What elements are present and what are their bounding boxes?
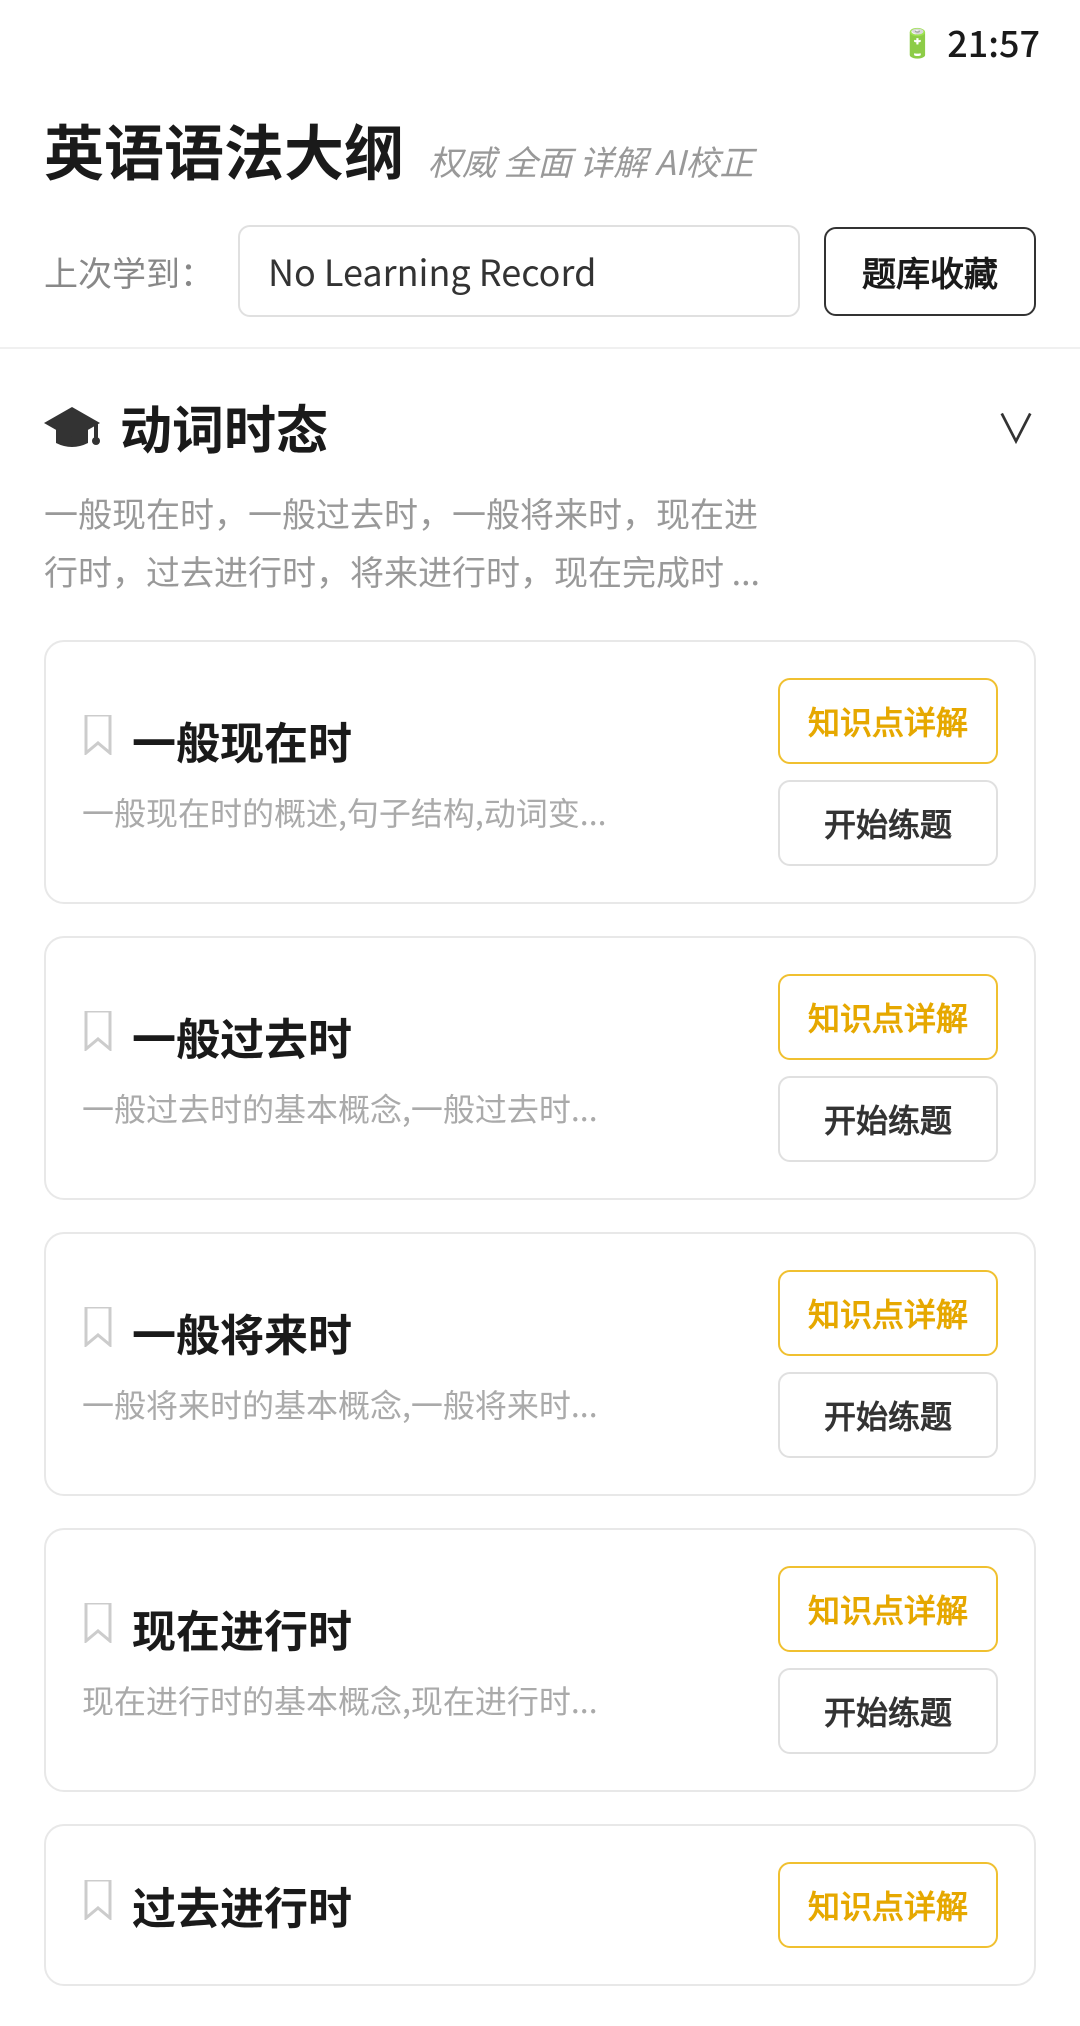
practice-button-4[interactable]: 开始练题 — [778, 1668, 998, 1754]
last-topic-title: 过去进行时 — [132, 1873, 352, 1937]
topic-desc-1: 一般现在时的概述,句子结构,动词变... — [82, 788, 748, 836]
topic-actions-3: 知识点详解 开始练题 — [778, 1270, 998, 1458]
topic-list: 一般现在时 一般现在时的概述,句子结构,动词变... 知识点详解 开始练题 一般… — [44, 640, 1036, 1986]
bookmark-icon — [82, 1879, 114, 1931]
bookmark-svg — [82, 1603, 114, 1643]
detail-button-1[interactable]: 知识点详解 — [778, 678, 998, 764]
topic-actions-4: 知识点详解 开始练题 — [778, 1566, 998, 1754]
topic-left: 一般现在时 一般现在时的概述,句子结构,动词变... — [82, 708, 778, 836]
section-desc: 一般现在时，一般过去时，一般将来时，现在进 行时，过去进行时，将来进行时，现在完… — [44, 484, 1036, 600]
last-study-label: 上次学到： — [44, 247, 214, 296]
bookmark-svg — [82, 715, 114, 755]
topic-left: 一般将来时 一般将来时的基本概念,一般将来时... — [82, 1300, 778, 1428]
bookmark-icon — [82, 1010, 114, 1062]
topic-title-row: 一般将来时 — [82, 1300, 748, 1364]
graduation-cap-icon — [44, 403, 100, 451]
topic-desc-2: 一般过去时的基本概念,一般过去时... — [82, 1084, 748, 1132]
status-time: 21:57 — [947, 16, 1040, 68]
header-actions: 上次学到： 题库收藏 — [44, 225, 1036, 317]
header: 英语语法大纲 权威 全面 详解 AI校正 上次学到： 题库收藏 — [0, 76, 1080, 349]
topic-title-row: 一般过去时 — [82, 1004, 748, 1068]
status-bar: 🔋 21:57 — [0, 0, 1080, 76]
main-content: 动词时态 ∨ 一般现在时，一般过去时，一般将来时，现在进 行时，过去进行时，将来… — [0, 349, 1080, 2026]
topic-left: 一般过去时 一般过去时的基本概念,一般过去时... — [82, 1004, 778, 1132]
practice-button-1[interactable]: 开始练题 — [778, 780, 998, 866]
topic-card: 一般现在时 一般现在时的概述,句子结构,动词变... 知识点详解 开始练题 — [44, 640, 1036, 904]
topic-left: 现在进行时 现在进行时的基本概念,现在进行时... — [82, 1596, 778, 1724]
section-icon — [44, 399, 100, 455]
header-title-row: 英语语法大纲 权威 全面 详解 AI校正 — [44, 106, 1036, 193]
topic-desc-3: 一般将来时的基本概念,一般将来时... — [82, 1380, 748, 1428]
detail-button-2[interactable]: 知识点详解 — [778, 974, 998, 1060]
bookmark-svg — [82, 1880, 114, 1920]
bookmark-icon — [82, 714, 114, 766]
collection-button[interactable]: 题库收藏 — [824, 227, 1036, 316]
last-detail-button[interactable]: 知识点详解 — [778, 1862, 998, 1948]
last-card-left: 过去进行时 — [82, 1873, 778, 1937]
practice-button-2[interactable]: 开始练题 — [778, 1076, 998, 1162]
bookmark-icon — [82, 1602, 114, 1654]
topic-title-4: 现在进行时 — [132, 1596, 352, 1660]
topic-title-2: 一般过去时 — [132, 1004, 352, 1068]
detail-button-4[interactable]: 知识点详解 — [778, 1566, 998, 1652]
topic-actions-1: 知识点详解 开始练题 — [778, 678, 998, 866]
bookmark-svg — [82, 1307, 114, 1347]
topic-title-row: 现在进行时 — [82, 1596, 748, 1660]
detail-button-3[interactable]: 知识点详解 — [778, 1270, 998, 1356]
section-title: 动词时态 — [120, 389, 328, 464]
topic-desc-4: 现在进行时的基本概念,现在进行时... — [82, 1676, 748, 1724]
last-card-action: 知识点详解 — [778, 1862, 998, 1948]
topic-actions-2: 知识点详解 开始练题 — [778, 974, 998, 1162]
section-title-row: 动词时态 — [44, 389, 328, 464]
bookmark-icon — [82, 1306, 114, 1358]
section-header: 动词时态 ∨ — [44, 389, 1036, 464]
topic-title-row: 一般现在时 — [82, 708, 748, 772]
topic-title-1: 一般现在时 — [132, 708, 352, 772]
last-card-title-row: 过去进行时 — [82, 1873, 778, 1937]
topic-card: 一般将来时 一般将来时的基本概念,一般将来时... 知识点详解 开始练题 — [44, 1232, 1036, 1496]
page-subtitle: 权威 全面 详解 AI校正 — [428, 136, 753, 185]
bookmark-svg — [82, 1011, 114, 1051]
expand-icon[interactable]: ∨ — [996, 397, 1036, 455]
topic-card: 一般过去时 一般过去时的基本概念,一般过去时... 知识点详解 开始练题 — [44, 936, 1036, 1200]
battery-icon: 🔋 — [900, 22, 935, 62]
page-title: 英语语法大纲 — [44, 106, 404, 193]
last-topic-card: 过去进行时 知识点详解 — [44, 1824, 1036, 1986]
topic-card: 现在进行时 现在进行时的基本概念,现在进行时... 知识点详解 开始练题 — [44, 1528, 1036, 1792]
topic-title-3: 一般将来时 — [132, 1300, 352, 1364]
practice-button-3[interactable]: 开始练题 — [778, 1372, 998, 1458]
last-study-input[interactable] — [238, 225, 800, 317]
